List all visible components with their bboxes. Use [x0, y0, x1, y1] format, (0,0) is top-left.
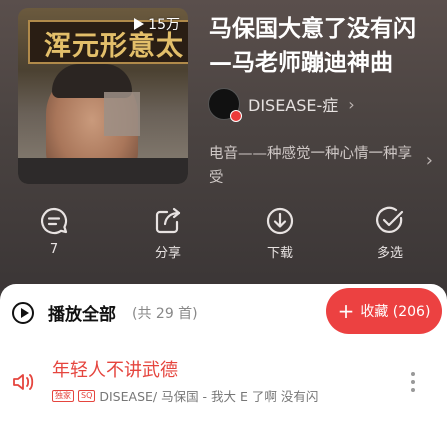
sq-tag: SQ — [78, 389, 96, 402]
check-circle-icon — [375, 206, 405, 236]
play-all-icon[interactable] — [12, 302, 34, 324]
download-label: 下载 — [266, 246, 293, 261]
verified-badge-icon — [230, 110, 242, 122]
song-count: (共 29 首) — [132, 306, 198, 322]
cover-portrait-jacket — [18, 158, 188, 184]
share-label: 分享 — [154, 246, 181, 261]
download-button[interactable]: 下载 — [250, 206, 310, 261]
plus-icon: + — [337, 299, 355, 323]
multiselect-label: 多选 — [376, 246, 403, 261]
now-playing-speaker-icon — [12, 372, 36, 392]
play-count: 15万 — [134, 14, 180, 34]
description-chevron-right-icon[interactable]: › — [426, 150, 433, 171]
song-artist-album: DISEASE/ 马保国 - 我大 E 了啊 没有闪 — [99, 389, 319, 404]
chevron-right-icon: › — [348, 94, 355, 114]
play-count-icon — [134, 18, 145, 30]
creator-name[interactable]: DISEASE-症 — [248, 92, 338, 116]
song-meta: 独家 SQ DISEASE/ 马保国 - 我大 E 了啊 没有闪 — [52, 386, 318, 405]
play-all-button[interactable]: 播放全部 — [48, 300, 116, 325]
comment-icon — [39, 206, 69, 236]
avatar[interactable] — [208, 88, 242, 122]
more-options-icon[interactable] — [410, 372, 416, 396]
action-row: 7 分享 下载 多选 — [0, 206, 447, 266]
comment-button[interactable]: 7 — [24, 206, 84, 257]
share-icon — [153, 206, 183, 236]
creator-row[interactable]: DISEASE-症 › — [208, 88, 355, 122]
song-title[interactable]: 年轻人不讲武德 — [52, 356, 178, 382]
comment-count: 7 — [49, 242, 59, 257]
collect-label: 收藏 (206) — [360, 304, 431, 320]
download-icon — [265, 206, 295, 236]
multiselect-button[interactable]: 多选 — [360, 206, 420, 261]
playlist-description[interactable]: 电音——种感觉一种心情一种享受 — [209, 142, 419, 190]
cover-blur-patch — [104, 92, 140, 136]
playlist-cover[interactable]: 浑元形意太 15万 — [18, 8, 188, 184]
collect-button[interactable]: + 收藏 (206) — [326, 288, 442, 334]
playlist-title: 马保国大意了没有闪—马老师蹦迪神曲 — [209, 16, 416, 76]
share-button[interactable]: 分享 — [138, 206, 198, 261]
exclusive-tag: 独家 — [52, 389, 74, 402]
play-count-value: 15万 — [148, 17, 180, 33]
